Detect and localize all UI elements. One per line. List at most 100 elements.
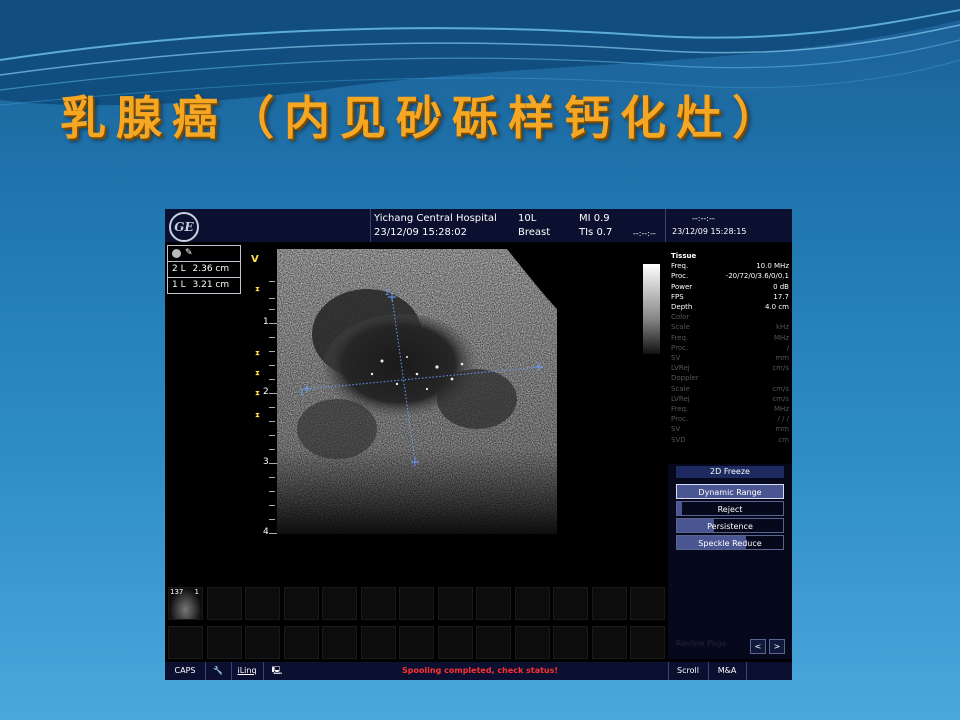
- prev-page-button[interactable]: <: [750, 639, 766, 654]
- thumbnail-slot[interactable]: [206, 626, 242, 659]
- thumbnail-slot[interactable]: [168, 626, 203, 659]
- m-and-a-button[interactable]: M&A: [710, 662, 744, 680]
- depth-label: 1: [263, 317, 269, 327]
- thumbnail-strip: 137 1: [168, 587, 668, 663]
- thumbnail-slot[interactable]: [360, 626, 396, 659]
- depth-tick: [269, 435, 275, 436]
- depth-tick: [269, 309, 275, 310]
- param-row: Freq. MHz: [671, 405, 789, 414]
- thumbnail-slot[interactable]: [514, 626, 550, 659]
- param-row: SV mm: [671, 354, 789, 363]
- freeze-title: 2D Freeze: [676, 466, 784, 478]
- depth-tick: [269, 281, 275, 282]
- caliper-label-2: 2: [385, 288, 390, 297]
- wrench-icon[interactable]: 🔧: [207, 662, 229, 680]
- thumbnail-slot[interactable]: [206, 587, 242, 620]
- depth-tick: [269, 463, 277, 464]
- measurement-box: ✎ 2 L 2.36 cm 1 L 3.21 cm: [167, 245, 241, 294]
- focus-marker: ⧗: [255, 389, 260, 397]
- measurement-row: 2 L 2.36 cm: [168, 262, 240, 278]
- param-row: Proc. /: [671, 343, 789, 352]
- record-icon: [172, 249, 181, 258]
- thumbnail-slot[interactable]: [399, 626, 434, 659]
- thumbnail-slot[interactable]: [437, 587, 473, 620]
- measurement-row: 1 L 3.21 cm: [172, 280, 230, 290]
- persistence-button[interactable]: Persistence: [676, 518, 784, 533]
- hospital-name: Yichang Central Hospital: [374, 213, 497, 224]
- thumbnail-slot[interactable]: [476, 587, 511, 620]
- thumbnail-slot[interactable]: [283, 587, 319, 620]
- scroll-button[interactable]: Scroll: [670, 662, 706, 680]
- probe-name: 10L: [518, 213, 537, 224]
- depth-tick: [269, 533, 277, 534]
- thumbnail-slot[interactable]: [553, 626, 588, 659]
- thumbnail-slot[interactable]: [514, 587, 550, 620]
- param-row: LVRej cm/s: [671, 364, 789, 373]
- thumbnail-slot[interactable]: [630, 626, 665, 659]
- param-row: Freq. 10.0 MHz: [671, 262, 789, 271]
- thumbnail-slot[interactable]: [322, 587, 357, 620]
- depth-tick: [269, 421, 275, 422]
- slide-title: 乳腺癌（内见砂砾样钙化灶）: [60, 91, 788, 145]
- reject-button[interactable]: Reject: [676, 501, 784, 516]
- review-page-label: Review Page: [676, 639, 727, 648]
- time-placeholder: --:--:--: [633, 229, 656, 238]
- thumbnail-slot[interactable]: [591, 587, 627, 620]
- thumbnail-index: 1: [194, 588, 199, 596]
- parameter-panel: Tissue Freq. 10.0 MHz Proc. -20/72/0/3.6/0…: [671, 251, 789, 445]
- focus-marker: ⧗: [255, 411, 260, 419]
- thumbnail-slot[interactable]: [591, 626, 627, 659]
- thumbnail-slot[interactable]: [360, 587, 396, 620]
- thumbnail-slot[interactable]: 137 1: [168, 587, 203, 620]
- speckle-reduce-button[interactable]: Speckle Reduce: [676, 535, 784, 550]
- ge-logo: GE: [169, 212, 199, 242]
- depth-scale: ⧗ ⧗ ⧗ ⧗ ⧗ 1 2 3 4: [255, 259, 277, 559]
- caliper-icon: ✎: [185, 248, 193, 258]
- param-row: Power 0 dB: [671, 282, 789, 291]
- depth-tick: [269, 365, 275, 366]
- preset-name: Breast: [518, 227, 551, 238]
- param-row: Depth 4.0 cm: [671, 303, 789, 312]
- thumbnail-slot[interactable]: [245, 587, 280, 620]
- thumbnail-slot[interactable]: [245, 626, 280, 659]
- clock-datetime: 23/12/09 15:28:15: [672, 227, 747, 236]
- ilinq-button[interactable]: iLinq: [235, 662, 259, 680]
- focus-marker: ⧗: [255, 369, 260, 377]
- param-row: Freq. MHz: [671, 333, 789, 342]
- color-header: Color: [671, 313, 690, 322]
- mi-index: MI 0.9: [579, 213, 610, 224]
- thumbnail-slot[interactable]: [399, 587, 434, 620]
- thumbnail-label: 137: [170, 588, 184, 596]
- depth-tick: [269, 491, 275, 492]
- thumbnail-slot[interactable]: [322, 626, 357, 659]
- thumbnail-slot[interactable]: [630, 587, 665, 620]
- measurement-icons: ✎: [168, 246, 240, 262]
- depth-tick: [269, 393, 277, 394]
- thumbnail-slot[interactable]: [283, 626, 319, 659]
- depth-tick: [269, 477, 275, 478]
- doppler-header: Doppler: [671, 374, 699, 383]
- param-row: FPS 17.7: [671, 292, 789, 301]
- ultrasound-screen: GE Yichang Central Hospital 23/12/09 15:…: [165, 209, 792, 680]
- param-row: Scale kHz: [671, 323, 789, 332]
- focus-marker: ⧗: [255, 349, 260, 357]
- clock-top: --:--:--: [692, 214, 715, 223]
- grayscale-bar: [643, 264, 660, 354]
- caliper-label-1: 1: [299, 388, 304, 397]
- thumbnail-slot[interactable]: [437, 626, 473, 659]
- network-icon[interactable]: 🖳: [267, 662, 287, 680]
- thumbnail-slot[interactable]: [553, 587, 588, 620]
- depth-tick: [269, 505, 275, 506]
- depth-tick: [269, 298, 275, 299]
- depth-tick: [269, 519, 275, 520]
- dynamic-range-button[interactable]: Dynamic Range: [676, 484, 784, 499]
- spooling-status-message: Spooling completed, check status!: [401, 666, 559, 675]
- depth-tick: [269, 351, 275, 352]
- tissue-header: Tissue: [671, 252, 697, 260]
- depth-tick: [269, 407, 275, 408]
- next-page-button[interactable]: >: [769, 639, 785, 654]
- thumbnail-slot[interactable]: [476, 626, 511, 659]
- depth-tick: [269, 337, 275, 338]
- depth-label: 3: [263, 457, 269, 467]
- top-info-bar: GE Yichang Central Hospital 23/12/09 15:…: [165, 209, 792, 242]
